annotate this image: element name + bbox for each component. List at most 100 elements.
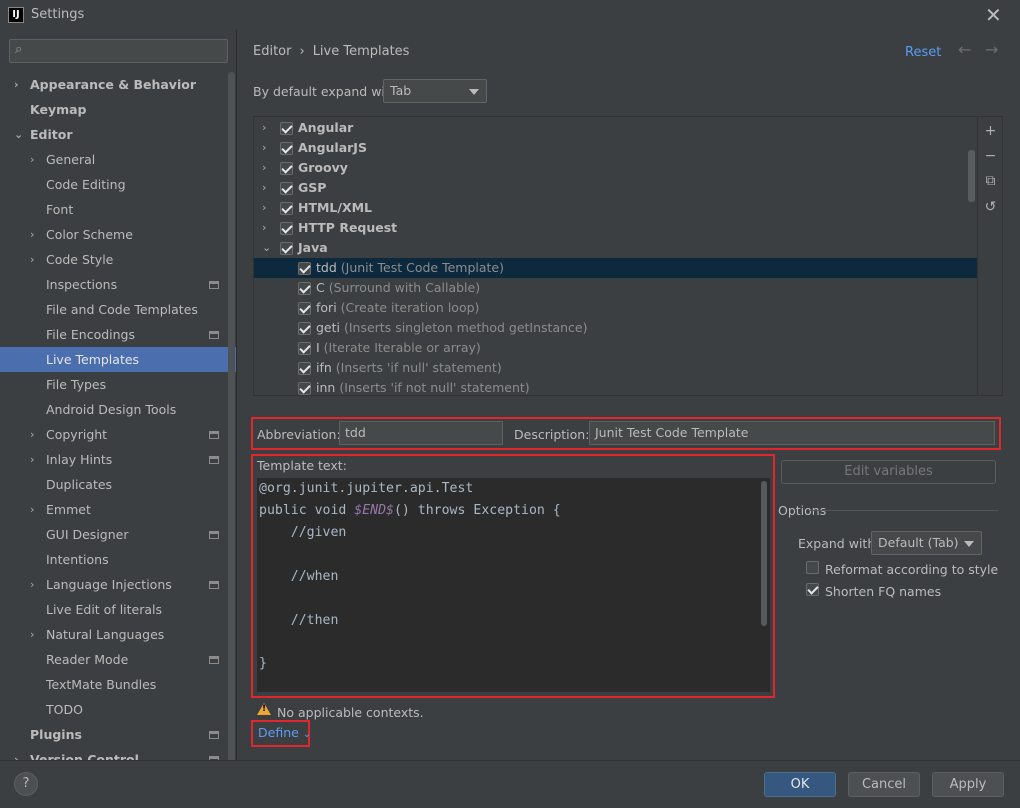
chevron-right-icon[interactable]: › (30, 247, 34, 272)
template-text-editor[interactable]: @org.junit.jupiter.api.Test public void … (257, 478, 770, 692)
chevron-right-icon[interactable]: › (262, 118, 266, 138)
template-row[interactable]: ifn (Inserts 'if null' statement) (254, 358, 977, 378)
reformat-checkbox[interactable] (806, 561, 819, 574)
template-group-row[interactable]: › Angular (254, 118, 977, 138)
chevron-right-icon[interactable]: › (262, 178, 266, 198)
restore-icon[interactable]: ↺ (983, 200, 998, 215)
shorten-fq-checkbox[interactable] (806, 583, 819, 596)
template-checkbox[interactable] (280, 182, 293, 195)
sidebar-scrollbar[interactable] (228, 72, 235, 762)
sidebar-item-intentions[interactable]: Intentions (0, 547, 236, 572)
template-checkbox[interactable] (298, 322, 311, 335)
edit-variables-button[interactable]: Edit variables (781, 460, 996, 484)
template-group-row[interactable]: › HTML/XML (254, 198, 977, 218)
chevron-right-icon[interactable]: › (30, 622, 34, 647)
sidebar-item-todo[interactable]: TODO (0, 697, 236, 722)
template-checkbox[interactable] (280, 242, 293, 255)
search-field[interactable]: ⌕ (9, 39, 228, 63)
sidebar-item-inlay-hints[interactable]: › Inlay Hints (0, 447, 236, 472)
chevron-down-icon[interactable]: ⌄ (262, 238, 271, 258)
chevron-right-icon[interactable]: › (262, 218, 266, 238)
chevron-right-icon[interactable]: › (30, 497, 34, 522)
sidebar-item-color-scheme[interactable]: › Color Scheme (0, 222, 236, 247)
breadcrumb-parent[interactable]: Editor (253, 44, 291, 59)
template-row[interactable]: inn (Inserts 'if not null' statement) (254, 378, 977, 395)
close-icon[interactable]: ✕ (985, 3, 1002, 27)
template-checkbox[interactable] (298, 302, 311, 315)
sidebar-item-gui-designer[interactable]: GUI Designer (0, 522, 236, 547)
sidebar-item-version-control[interactable]: › Version Control (0, 747, 236, 760)
template-checkbox[interactable] (280, 202, 293, 215)
template-row[interactable]: tdd (Junit Test Code Template) (254, 258, 977, 278)
template-checkbox[interactable] (298, 362, 311, 375)
sidebar-item-editor[interactable]: ⌄ Editor (0, 122, 236, 147)
sidebar-item-general[interactable]: › General (0, 147, 236, 172)
add-icon[interactable]: + (983, 124, 998, 139)
copy-icon[interactable]: ⧉ (983, 174, 998, 189)
description-field[interactable]: Junit Test Code Template (589, 421, 995, 445)
chevron-right-icon[interactable]: › (30, 447, 34, 472)
chevron-right-icon[interactable]: › (30, 572, 34, 597)
template-row[interactable]: I (Iterate Iterable or array) (254, 338, 977, 358)
editor-scrollbar[interactable] (761, 481, 767, 626)
chevron-right-icon[interactable]: › (30, 222, 34, 247)
define-link[interactable]: Define ⌄ (258, 725, 311, 740)
sidebar-item-inspections[interactable]: Inspections (0, 272, 236, 297)
ok-button[interactable]: OK (764, 772, 836, 797)
back-arrow-icon[interactable]: ← (958, 40, 971, 59)
reset-link[interactable]: Reset (905, 45, 941, 60)
template-checkbox[interactable] (280, 122, 293, 135)
sidebar-item-file-types[interactable]: File Types (0, 372, 236, 397)
sidebar-item-file-encodings[interactable]: File Encodings (0, 322, 236, 347)
templates-scrollbar[interactable] (968, 150, 975, 202)
chevron-right-icon[interactable]: › (262, 198, 266, 218)
abbreviation-field[interactable]: tdd (339, 421, 503, 445)
sidebar-item-textmate-bundles[interactable]: TextMate Bundles (0, 672, 236, 697)
chevron-right-icon[interactable]: › (262, 138, 266, 158)
shorten-fq-label[interactable]: Shorten FQ names (825, 584, 941, 599)
apply-button[interactable]: Apply (932, 772, 1004, 797)
reformat-label[interactable]: Reformat according to style (825, 562, 998, 577)
template-checkbox[interactable] (298, 262, 311, 275)
template-group-row[interactable]: › GSP (254, 178, 977, 198)
template-group-row[interactable]: › AngularJS (254, 138, 977, 158)
template-group-row[interactable]: › Groovy (254, 158, 977, 178)
chevron-right-icon[interactable]: › (30, 147, 34, 172)
default-expand-select[interactable]: Tab (383, 79, 487, 103)
sidebar-item-code-style[interactable]: › Code Style (0, 247, 236, 272)
template-checkbox[interactable] (298, 282, 311, 295)
remove-icon[interactable]: − (983, 149, 998, 164)
template-checkbox[interactable] (280, 142, 293, 155)
template-row[interactable]: geti (Inserts singleton method getInstan… (254, 318, 977, 338)
help-button[interactable]: ? (14, 772, 38, 796)
chevron-right-icon[interactable]: › (14, 72, 19, 97)
sidebar-item-keymap[interactable]: Keymap (0, 97, 236, 122)
chevron-right-icon[interactable]: › (14, 747, 19, 760)
sidebar-item-android-design-tools[interactable]: Android Design Tools (0, 397, 236, 422)
sidebar-item-duplicates[interactable]: Duplicates (0, 472, 236, 497)
template-checkbox[interactable] (298, 342, 311, 355)
sidebar-item-live-templates[interactable]: Live Templates (0, 347, 236, 372)
forward-arrow-icon[interactable]: → (985, 40, 998, 59)
template-checkbox[interactable] (280, 222, 293, 235)
template-row[interactable]: C (Surround with Callable) (254, 278, 977, 298)
template-checkbox[interactable] (298, 382, 311, 395)
sidebar-item-language-injections[interactable]: › Language Injections (0, 572, 236, 597)
search-input[interactable] (34, 42, 224, 60)
chevron-right-icon[interactable]: › (262, 158, 266, 178)
sidebar-item-reader-mode[interactable]: Reader Mode (0, 647, 236, 672)
sidebar-item-plugins[interactable]: Plugins (0, 722, 236, 747)
chevron-down-icon[interactable]: ⌄ (14, 122, 23, 147)
chevron-right-icon[interactable]: › (30, 422, 34, 447)
template-row[interactable]: fori (Create iteration loop) (254, 298, 977, 318)
sidebar-item-copyright[interactable]: › Copyright (0, 422, 236, 447)
template-group-row[interactable]: › HTTP Request (254, 218, 977, 238)
sidebar-item-code-editing[interactable]: Code Editing (0, 172, 236, 197)
template-group-row[interactable]: ⌄ Java (254, 238, 977, 258)
template-checkbox[interactable] (280, 162, 293, 175)
sidebar-item-natural-languages[interactable]: › Natural Languages (0, 622, 236, 647)
sidebar-item-appearance-behavior[interactable]: › Appearance & Behavior (0, 72, 236, 97)
cancel-button[interactable]: Cancel (848, 772, 920, 797)
expand-with-select[interactable]: Default (Tab) (871, 531, 982, 555)
sidebar-item-live-edit-of-literals[interactable]: Live Edit of literals (0, 597, 236, 622)
